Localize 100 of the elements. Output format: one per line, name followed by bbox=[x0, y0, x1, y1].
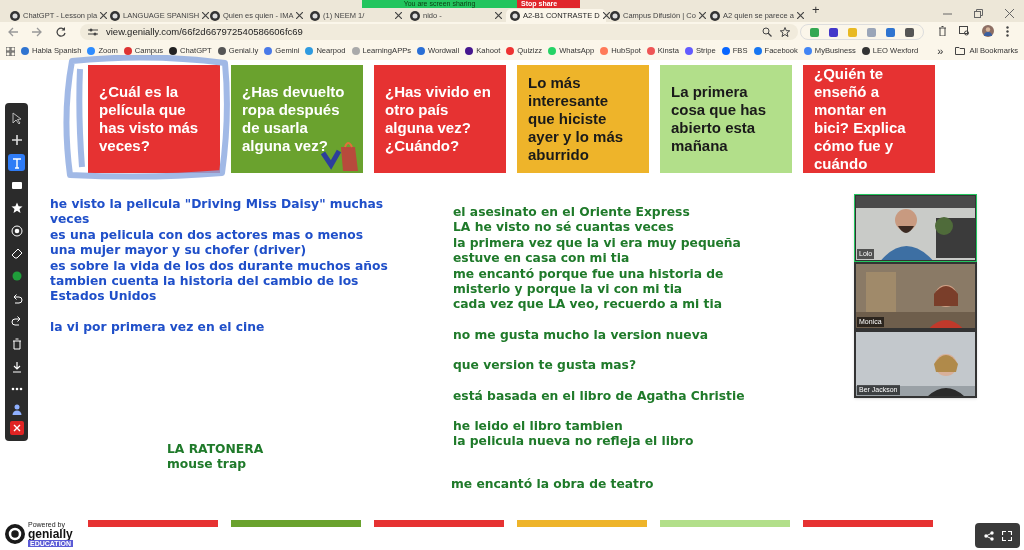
bookmark-icon bbox=[123, 47, 132, 55]
bookmark-icon bbox=[87, 47, 96, 55]
person-icon[interactable] bbox=[10, 403, 23, 416]
bookmark-icon bbox=[351, 47, 360, 55]
site-settings-icon bbox=[88, 28, 98, 36]
bookmark-icon bbox=[646, 47, 655, 55]
site-icon bbox=[10, 10, 20, 21]
bookmark-icon bbox=[506, 47, 515, 55]
question-card[interactable]: ¿Cuál es la película que has visto más veces? bbox=[88, 65, 220, 173]
question-card[interactable]: ¿Quién te enseñó a montar en bici? Explica cómo fue y cuándo bbox=[803, 65, 935, 173]
site-icon bbox=[510, 10, 520, 21]
note-text: mouse trap bbox=[167, 457, 247, 473]
bookmark-icon bbox=[600, 47, 609, 55]
more-icon[interactable] bbox=[1006, 25, 1009, 37]
note-text: he visto la pelicula "Driving Miss Daisy" muchas bbox=[50, 197, 385, 213]
note-text: veces bbox=[50, 212, 91, 228]
star-icon[interactable] bbox=[780, 27, 790, 37]
bookmark-icon bbox=[417, 47, 426, 55]
site-icon bbox=[110, 10, 120, 21]
trash-icon[interactable] bbox=[938, 26, 947, 36]
bookmark-icon bbox=[169, 47, 178, 55]
site-icon bbox=[310, 10, 320, 21]
note-text: el asesinato en el Oriente Express bbox=[453, 205, 691, 221]
note-text: estuve en casa con mi tia bbox=[453, 251, 631, 267]
color-dot-icon bbox=[10, 270, 23, 282]
bookmark-icon bbox=[861, 47, 870, 55]
forward-icon[interactable] bbox=[32, 27, 42, 37]
cursor-icon bbox=[10, 111, 23, 124]
new-tab-button[interactable]: + bbox=[812, 0, 820, 19]
more-bookmarks-button[interactable]: » bbox=[937, 42, 944, 60]
address-bar[interactable]: view.genially.com/66f2d667972540586606fc69 bbox=[80, 24, 798, 40]
note-text: me encantó porque fue una historia de bbox=[453, 266, 725, 283]
bookmark-icon bbox=[721, 47, 730, 55]
back-icon[interactable] bbox=[8, 27, 18, 37]
note-text: una mujer mayor y su chofer (driver) bbox=[50, 243, 308, 259]
close-icon bbox=[495, 12, 502, 19]
close-icon bbox=[296, 12, 304, 19]
text-icon bbox=[10, 156, 23, 169]
folder-icon bbox=[955, 47, 966, 55]
bookmark-icon bbox=[217, 47, 226, 55]
close-icon bbox=[602, 12, 610, 19]
site-icon bbox=[210, 10, 220, 21]
restore-icon bbox=[974, 9, 983, 18]
note-text: es una pelicula con dos actores mas o menos bbox=[50, 227, 365, 244]
note-text: la primera vez que la vi era muy pequeña bbox=[453, 235, 742, 252]
note-text: he leido el libro tambien bbox=[453, 419, 624, 435]
url-text: view.genially.com/66f2d667972540586606fc69 bbox=[106, 24, 304, 39]
note-text: cada vez que LA veo, recuerdo a mi tia bbox=[453, 297, 723, 313]
eraser-icon bbox=[10, 247, 23, 260]
avatar-icon[interactable] bbox=[982, 25, 994, 37]
note-text: Estados Unidos bbox=[50, 289, 158, 305]
note-text: me encantó la obra de teatro bbox=[451, 476, 654, 493]
close-icon bbox=[100, 12, 108, 19]
note-text: que version te gusta mas? bbox=[453, 358, 637, 374]
site-icon bbox=[410, 10, 420, 21]
close-icon bbox=[1005, 9, 1014, 18]
close-icon bbox=[395, 12, 402, 19]
note-text: está basada en el libro de Agatha Christie bbox=[453, 388, 745, 405]
rectangle-icon bbox=[10, 179, 23, 192]
note-text: la vi por primera vez en el cine bbox=[50, 319, 266, 336]
question-card[interactable]: Lo más interesante que hiciste ayer y lo más aburrido bbox=[517, 65, 649, 173]
zoom-icon bbox=[762, 27, 772, 37]
question-card[interactable]: ¿Has vivido en otro país alguna vez? ¿Cuándo? bbox=[374, 65, 506, 173]
fullscreen-icon bbox=[1001, 530, 1012, 541]
bookmark-icon bbox=[548, 47, 557, 55]
brand-name: genially bbox=[28, 528, 74, 540]
site-icon bbox=[610, 10, 620, 21]
tool-button[interactable] bbox=[8, 154, 25, 172]
trash-icon bbox=[10, 337, 23, 350]
note-text: no me gusta mucho la version nueva bbox=[453, 327, 709, 344]
bookmark-icon bbox=[684, 47, 693, 55]
target-icon bbox=[10, 224, 23, 237]
close-icon bbox=[12, 423, 21, 432]
note-text: LA he visto no sé cuantas veces bbox=[453, 220, 675, 236]
close-icon bbox=[698, 12, 706, 19]
note-text: la pelicula nueva no refleja el libro bbox=[453, 434, 695, 450]
star-icon bbox=[10, 202, 23, 215]
note-text: LA RATONERA bbox=[167, 442, 264, 458]
apps-grid-icon[interactable] bbox=[6, 46, 15, 56]
search-tabs-icon[interactable] bbox=[959, 26, 970, 36]
move-icon bbox=[10, 134, 23, 147]
download-icon bbox=[10, 360, 23, 373]
bookmark-icon bbox=[753, 47, 762, 55]
bookmark-icon bbox=[21, 47, 29, 55]
note-text: es sobre la vida de los dos durante muchos años bbox=[50, 258, 388, 275]
question-card[interactable]: La primera cosa que has abierto esta mañana bbox=[660, 65, 792, 173]
reload-icon[interactable] bbox=[56, 27, 66, 37]
close-toolbar-button[interactable] bbox=[9, 420, 24, 435]
bookmark-icon bbox=[305, 47, 314, 55]
note-text: tambien cuenta la historia del cambio de los bbox=[50, 274, 360, 290]
tool-button[interactable] bbox=[8, 222, 25, 240]
bookmark-icon bbox=[803, 47, 812, 55]
share-button[interactable] bbox=[975, 523, 1020, 548]
close-icon bbox=[202, 12, 210, 19]
bookmark-icon bbox=[264, 47, 273, 55]
note-text: misterio y porque la vi con mi tia bbox=[453, 282, 684, 298]
site-icon bbox=[710, 10, 720, 21]
share-icon bbox=[983, 530, 994, 541]
bookmark-icon bbox=[465, 47, 474, 55]
close-icon bbox=[796, 12, 804, 19]
